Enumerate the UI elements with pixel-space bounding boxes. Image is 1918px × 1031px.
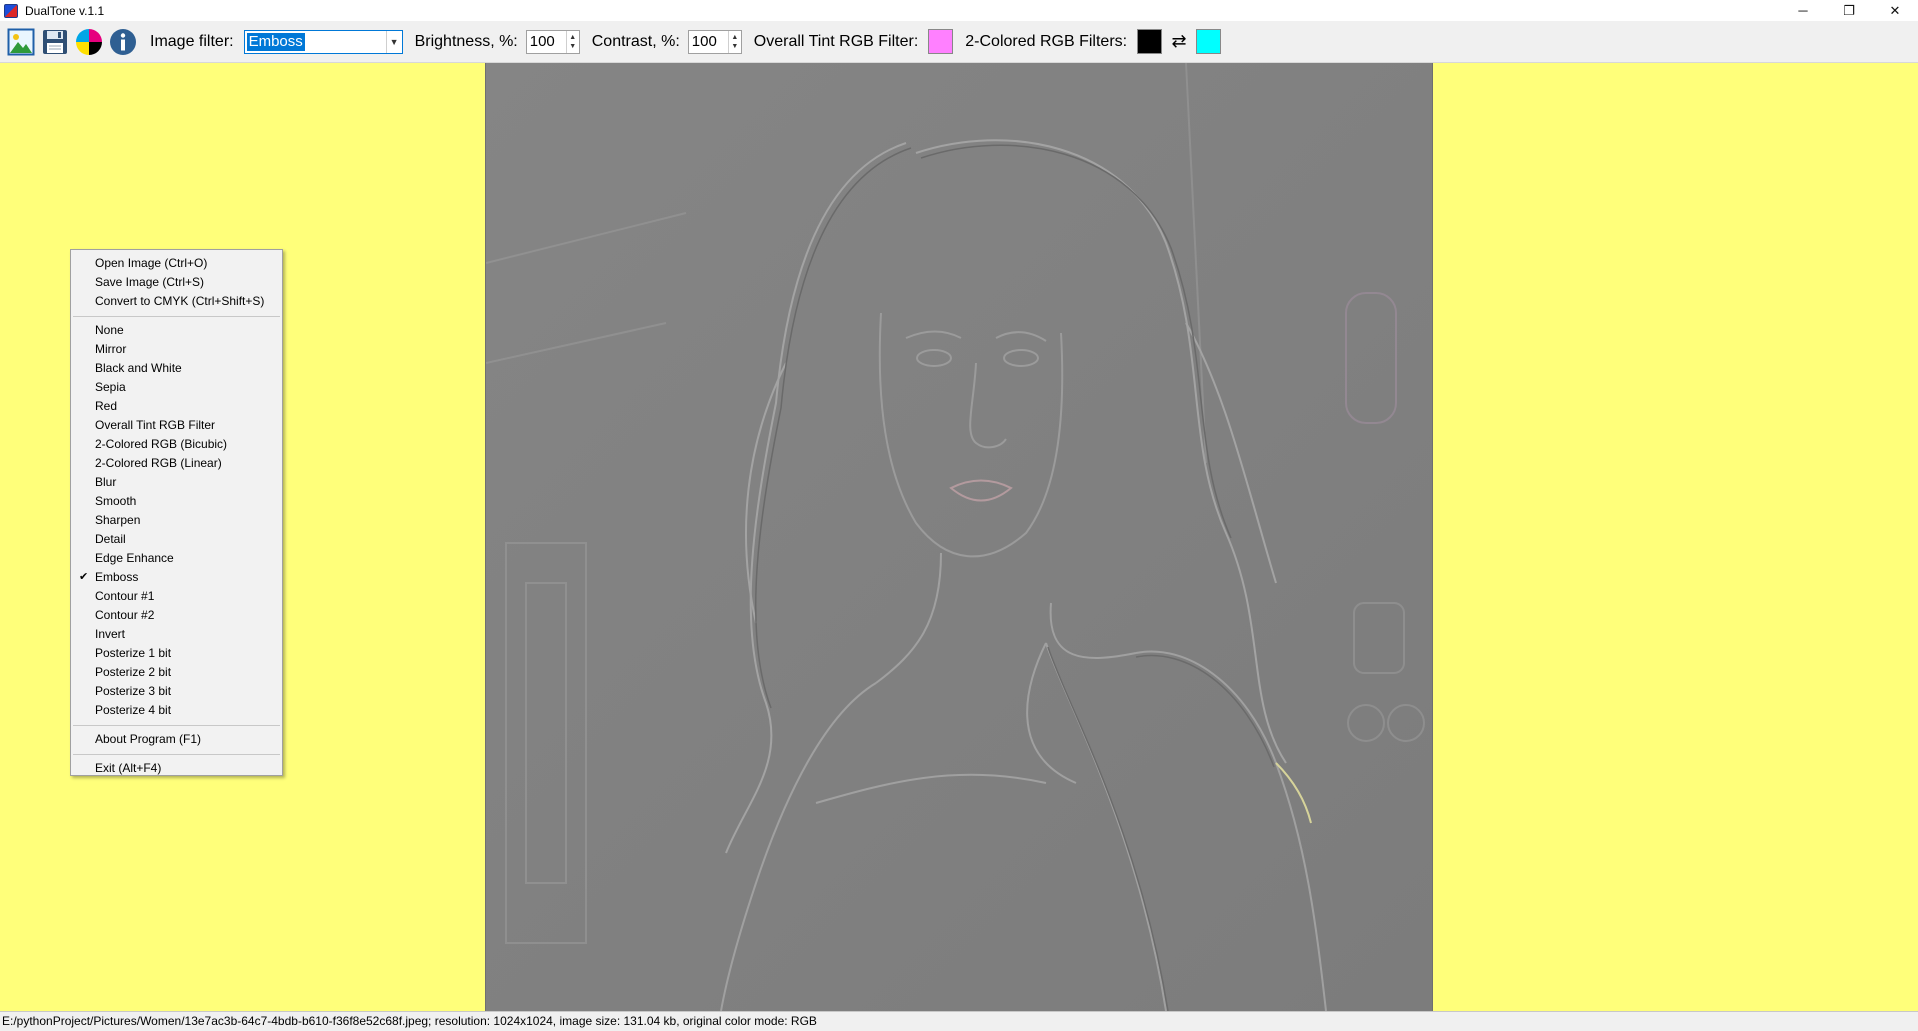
restore-button[interactable]: ❐ [1826,0,1872,21]
menu-separator [73,316,280,317]
menu-item-filter[interactable]: Posterize 1 bit [71,644,282,663]
checkmark-icon: ✔ [79,571,89,583]
menu-item-filter[interactable]: 2-Colored RGB (Linear) [71,454,282,473]
menu-item-label: Contour #2 [95,608,155,622]
menu-item-label: Exit (Alt+F4) [95,761,162,775]
menu-item-label: Black and White [95,361,182,375]
tint-filter-label: Overall Tint RGB Filter: [753,32,919,50]
two-colored-label: 2-Colored RGB Filters: [965,32,1128,50]
info-icon [110,28,136,55]
window-controls: ─ ❐ ✕ [1780,0,1918,21]
status-bar: E:/pythonProject/Pictures/Women/13e7ac3b… [0,1011,1918,1031]
menu-item-label: Posterize 3 bit [95,684,172,698]
menu-item-filter[interactable]: Edge Enhance [71,549,282,568]
menu-item-filter[interactable]: Mirror [71,340,282,359]
image-filter-value: Emboss [246,32,305,51]
cmyk-icon [76,28,102,55]
menu-item-label: 2-Colored RGB (Bicubic) [95,437,228,451]
menu-item-label: Sharpen [95,513,141,527]
menu-item-label: Detail [95,532,126,546]
menu-separator [73,754,280,755]
menu-item-label: Blur [95,475,117,489]
app-icon [4,3,18,18]
about-button[interactable] [108,25,138,59]
menu-item-label: Invert [95,627,126,641]
menu-item-filter[interactable]: Sepia [71,378,282,397]
menu-item-filter[interactable]: Overall Tint RGB Filter [71,416,282,435]
menu-item-filter[interactable]: Contour #2 [71,606,282,625]
menu-item-label: Edge Enhance [95,551,174,565]
menu-item-label: Overall Tint RGB Filter [95,418,216,432]
spin-arrows-icon[interactable]: ▲ ▼ [727,30,741,53]
menu-separator [73,725,280,726]
menu-item-label: Convert to CMYK (Ctrl+Shift+S) [95,294,265,308]
menu-item-filter[interactable]: Blur [71,473,282,492]
menu-item-label: Contour #1 [95,589,155,603]
menu-item-label: Save Image (Ctrl+S) [95,275,205,289]
menu-item-filter[interactable]: ✔ Emboss [71,568,282,587]
toolbar: Image filter: Emboss ▼ Brightness, %: 10… [0,21,1918,63]
context-menu: Open Image (Ctrl+O) Save Image (Ctrl+S) … [70,249,283,776]
brightness-spinbox[interactable]: 100 ▲ ▼ [525,29,580,54]
swap-icon[interactable]: ⇄ [1168,31,1190,52]
chevron-down-icon[interactable]: ▼ [385,30,402,53]
color-a-swatch[interactable] [1137,29,1163,54]
tint-color-swatch[interactable] [928,29,954,54]
contrast-spinbox[interactable]: 100 ▲ ▼ [687,29,742,54]
canvas-area: Open Image (Ctrl+O) Save Image (Ctrl+S) … [0,63,1918,1011]
menu-item-filter[interactable]: Invert [71,625,282,644]
brightness-value: 100 [529,32,555,50]
menu-item-label: Posterize 2 bit [95,665,172,679]
menu-item-convert-cmyk[interactable]: Convert to CMYK (Ctrl+Shift+S) [71,292,282,311]
contrast-label: Contrast, %: [591,32,680,50]
image-preview [485,63,1433,1011]
title-bar: DualTone v.1.1 ─ ❐ ✕ [0,0,1918,21]
menu-item-label: Mirror [95,342,127,356]
menu-item-filter[interactable]: Smooth [71,492,282,511]
menu-item-label: Emboss [95,570,139,584]
menu-item-filter[interactable]: Posterize 2 bit [71,663,282,682]
menu-item-filter[interactable]: Posterize 3 bit [71,682,282,701]
menu-item-exit[interactable]: Exit (Alt+F4) [71,759,282,778]
menu-item-label: About Program (F1) [95,732,202,746]
menu-item-label: Posterize 4 bit [95,703,172,717]
open-image-icon [7,28,35,55]
menu-item-filter[interactable]: Detail [71,530,282,549]
menu-item-filter[interactable]: Sharpen [71,511,282,530]
close-button[interactable]: ✕ [1872,0,1918,21]
menu-item-open-image[interactable]: Open Image (Ctrl+O) [71,254,282,273]
menu-item-filter[interactable]: 2-Colored RGB (Bicubic) [71,435,282,454]
window-title: DualTone v.1.1 [25,3,105,18]
menu-item-filter[interactable]: Posterize 4 bit [71,701,282,720]
menu-item-filter[interactable]: Contour #1 [71,587,282,606]
menu-item-filter[interactable]: Black and White [71,359,282,378]
menu-file-group: Open Image (Ctrl+O) Save Image (Ctrl+S) … [71,254,282,311]
save-image-button[interactable] [40,25,70,59]
brightness-label: Brightness, %: [414,32,518,50]
image-filter-select[interactable]: Emboss ▼ [243,29,403,54]
menu-item-label: Red [95,399,118,413]
convert-cmyk-button[interactable] [74,25,104,59]
menu-item-filter[interactable]: None [71,321,282,340]
menu-item-label: Open Image (Ctrl+O) [95,256,208,270]
menu-item-label: None [95,323,124,337]
menu-item-label: Posterize 1 bit [95,646,172,660]
spin-arrows-icon[interactable]: ▲ ▼ [565,30,579,53]
open-image-button[interactable] [6,25,36,59]
menu-item-label: Smooth [95,494,137,508]
minimize-button[interactable]: ─ [1780,0,1826,21]
menu-item-filter[interactable]: Red [71,397,282,416]
emboss-image [486,63,1432,1011]
image-filter-label: Image filter: [150,32,234,50]
save-icon [43,29,67,54]
menu-item-save-image[interactable]: Save Image (Ctrl+S) [71,273,282,292]
contrast-value: 100 [691,32,717,50]
color-b-swatch[interactable] [1196,29,1222,54]
menu-item-label: 2-Colored RGB (Linear) [95,456,222,470]
menu-item-label: Sepia [95,380,126,394]
menu-item-about[interactable]: About Program (F1) [71,730,282,749]
menu-filter-group: None Mirror Black and White Sepia Red Overall… [71,321,282,720]
